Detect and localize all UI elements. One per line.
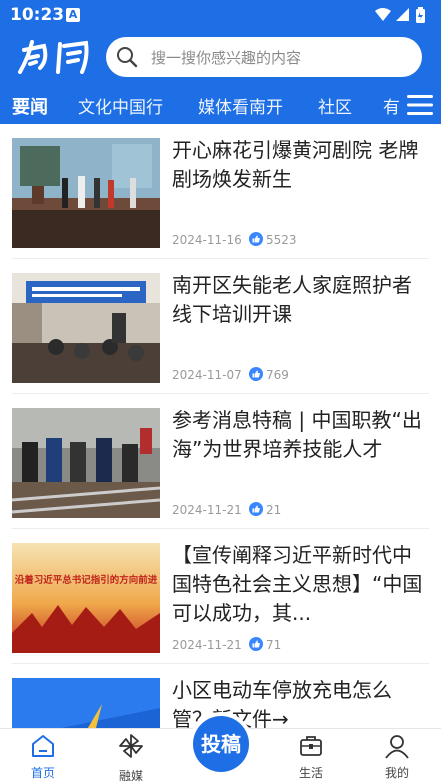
- news-date: 2024-11-21: [172, 503, 242, 517]
- news-thumbnail: [12, 678, 160, 728]
- news-title[interactable]: 参考消息特稿 | 中国职教“出海”为世界培养技能人才: [172, 406, 424, 464]
- nav-mine-label: 我的: [384, 766, 409, 780]
- home-icon: [32, 735, 54, 757]
- news-date: 2024-11-16: [172, 233, 242, 247]
- news-item[interactable]: 参考消息特稿 | 中国职教“出海”为世界培养技能人才 2024-11-21 21: [12, 394, 429, 529]
- news-thumbnail: [12, 273, 160, 383]
- nankai-logo: [18, 40, 89, 74]
- search-icon: [117, 47, 138, 68]
- top-header: 10:23 A 搜一搜你感兴趣的内容 要闻 文化中国行 媒体看南开 社区 有: [0, 0, 441, 124]
- news-thumbnail: [12, 138, 160, 248]
- banner-text: 沿着习近平总书记指引的方向前进: [15, 574, 158, 586]
- tab-shequ[interactable]: 社区: [318, 93, 352, 118]
- news-likes: 5523: [266, 233, 297, 247]
- nav-rongmei-label: 融媒: [118, 769, 143, 783]
- news-item[interactable]: 南开区失能老人家庭照护者线下培训开课 2024-11-07 769: [12, 259, 429, 394]
- news-thumbnail: [12, 408, 160, 518]
- news-title[interactable]: 南开区失能老人家庭照护者线下培训开课: [172, 271, 424, 329]
- nav-home[interactable]: 首页: [2, 729, 82, 784]
- nav-life[interactable]: 生活: [270, 729, 350, 784]
- submit-fab[interactable]: 投稿: [189, 712, 253, 776]
- tab-more-clip: 有: [380, 90, 400, 122]
- notification-icon: A: [66, 8, 80, 22]
- news-likes: 21: [266, 503, 282, 517]
- briefcase-icon: [300, 736, 322, 756]
- nav-home-label: 首页: [30, 766, 55, 780]
- menu-icon[interactable]: [407, 94, 433, 116]
- tab-meiti[interactable]: 媒体看南开: [198, 93, 283, 118]
- news-thumbnail: 沿着习近平总书记指引的方向前进: [12, 543, 160, 653]
- news-date: 2024-11-07: [172, 368, 242, 382]
- news-title[interactable]: 【宣传阐释习近平新时代中国特色社会主义思想】“中国可以成功，其...: [172, 541, 424, 628]
- nav-life-label: 生活: [298, 766, 323, 780]
- news-title[interactable]: 开心麻花引爆黄河剧院 老牌剧场焕发新生: [172, 136, 424, 194]
- news-item[interactable]: 开心麻花引爆黄河剧院 老牌剧场焕发新生 2024-11-16 5523: [12, 124, 429, 259]
- news-feed: 开心麻花引爆黄河剧院 老牌剧场焕发新生 2024-11-16 5523 南开区失…: [0, 124, 441, 728]
- user-icon: [385, 735, 409, 759]
- search-bar[interactable]: 搜一搜你感兴趣的内容: [106, 37, 422, 77]
- search-input[interactable]: 搜一搜你感兴趣的内容: [151, 47, 301, 68]
- pinwheel-icon: [119, 734, 143, 758]
- thumbs-up-icon: [249, 232, 263, 246]
- news-likes: 71: [266, 638, 282, 652]
- tab-wenhua[interactable]: 文化中国行: [78, 93, 163, 118]
- status-time: 10:23: [10, 5, 65, 25]
- news-item[interactable]: 沿着习近平总书记指引的方向前进 【宣传阐释习近平新时代中国特色社会主义思想】“中…: [12, 529, 429, 664]
- submit-button[interactable]: 投稿: [193, 716, 249, 772]
- news-date: 2024-11-21: [172, 638, 242, 652]
- news-likes: 769: [266, 368, 289, 382]
- status-icons: [375, 7, 425, 23]
- status-bar: 10:23 A: [0, 0, 441, 30]
- tab-more[interactable]: 有: [383, 93, 400, 118]
- thumbs-up-icon: [249, 637, 263, 651]
- thumbs-up-icon: [249, 367, 263, 381]
- category-tabs: 要闻 文化中国行 媒体看南开 社区 有: [0, 90, 441, 122]
- nav-rongmei[interactable]: 融媒: [90, 729, 170, 784]
- thumbs-up-icon: [249, 502, 263, 516]
- tab-yaowen[interactable]: 要闻: [12, 93, 48, 119]
- nav-mine[interactable]: 我的: [356, 729, 436, 784]
